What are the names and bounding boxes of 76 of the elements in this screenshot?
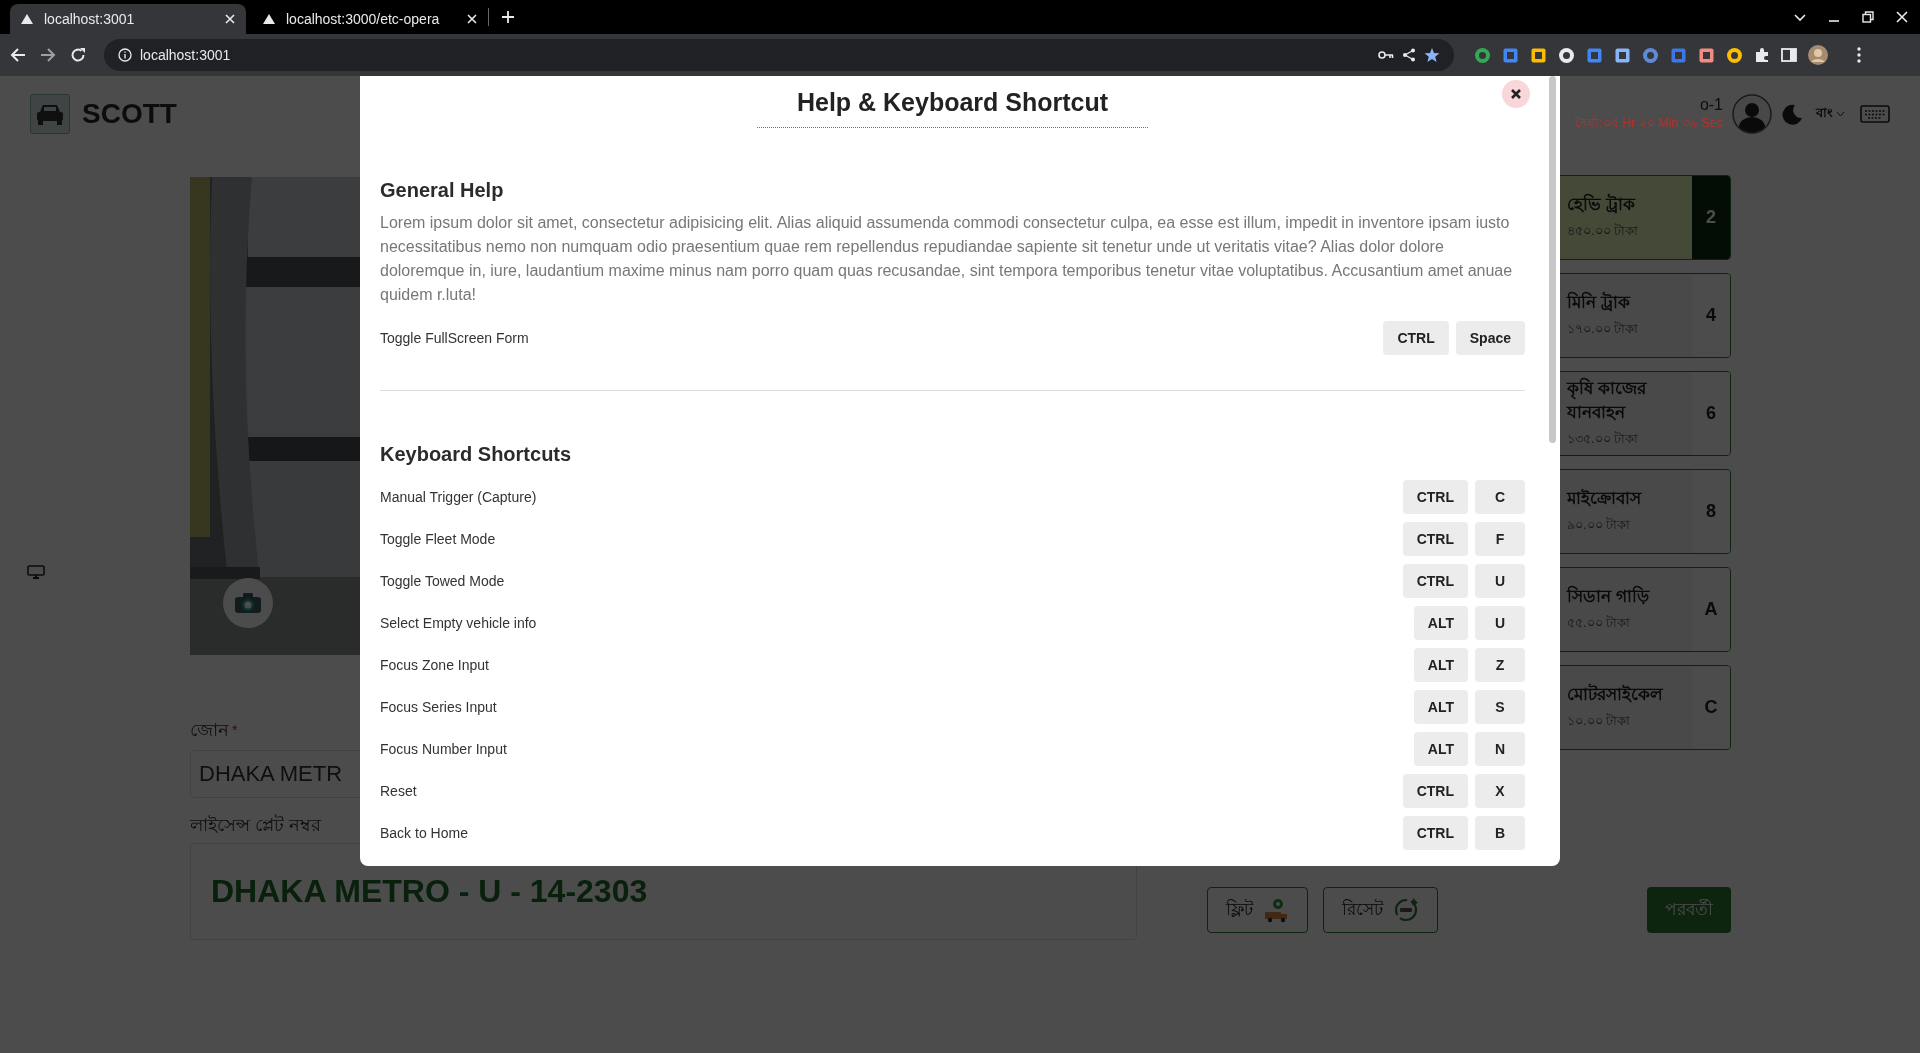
forward-arrow-icon[interactable] <box>40 47 56 63</box>
side-panel-icon[interactable] <box>1781 47 1797 63</box>
key-cap: CTRL <box>1402 522 1468 556</box>
key-cap: S <box>1475 690 1525 724</box>
key-cap: C <box>1475 480 1525 514</box>
new-tab-icon[interactable] <box>501 10 515 24</box>
star-icon <box>1424 47 1440 63</box>
shortcut-label: Toggle FullScreen Form <box>380 330 529 346</box>
key-cap: ALT <box>1413 648 1468 682</box>
vehicle-name: সিডান গাড়ি <box>1567 585 1651 608</box>
triangle-icon <box>262 12 276 26</box>
key-cap: ALT <box>1413 606 1468 640</box>
close-icon <box>1510 88 1522 100</box>
extension-icon[interactable] <box>1558 46 1575 64</box>
address-bar[interactable]: localhost:3001 <box>104 39 1454 71</box>
close-icon[interactable] <box>1896 11 1908 23</box>
profile-avatar-icon[interactable] <box>1808 45 1828 65</box>
key-cap: Space <box>1455 321 1525 355</box>
field-label: লাইসেন্স প্লেট নম্বর <box>190 815 321 835</box>
back-arrow-icon[interactable] <box>10 47 26 63</box>
vehicle-name: মাইক্রোবাস <box>1567 488 1643 510</box>
shortcut-label: Manual Trigger (Capture) <box>380 489 537 505</box>
more-menu-icon[interactable] <box>1857 47 1861 63</box>
vehicle-name: হেভি ট্রাক <box>1567 193 1637 216</box>
extension-icon[interactable] <box>1530 46 1547 64</box>
key-cap: Z <box>1475 648 1525 682</box>
key-cap: CTRL <box>1402 480 1468 514</box>
brand-name: SCOTT <box>82 97 177 130</box>
shortcut-label: Toggle Towed Mode <box>380 573 505 589</box>
scrollbar-thumb[interactable] <box>1549 76 1556 443</box>
shortcut-label: Toggle Fleet Mode <box>380 531 496 547</box>
key-cap: F <box>1475 522 1525 556</box>
vehicle-name: মিনি ট্রাক <box>1567 291 1632 314</box>
vehicle-name: কৃষি কাজের যানবাহন <box>1567 377 1648 424</box>
modal-title: Help & Keyboard Shortcut <box>756 87 1149 128</box>
duration-timer: দৈর্ঘ্য:০৫ Hr ২০ Min ৩৯ Sec <box>1575 114 1723 132</box>
chevron-down-icon[interactable] <box>1794 11 1806 23</box>
key-cap: U <box>1475 606 1525 640</box>
close-button[interactable] <box>1502 80 1530 108</box>
browser-tab[interactable]: localhost:3001 <box>10 4 246 34</box>
shortcut-label: Reset <box>380 783 417 799</box>
share-icon <box>1402 48 1416 62</box>
triangle-icon <box>20 12 34 26</box>
required-mark: * <box>232 721 238 740</box>
key-cap: CTRL <box>1402 564 1468 598</box>
shortcut-label: Focus Zone Input <box>380 657 489 673</box>
key-cap: CTRL <box>1402 774 1468 808</box>
shortcut-label: Back to Home <box>380 825 468 841</box>
extension-icon[interactable] <box>1614 46 1631 64</box>
browser-tab[interactable]: localhost:3000/etc-opera <box>252 4 488 34</box>
key-cap: U <box>1475 564 1525 598</box>
key-cap: N <box>1475 732 1525 766</box>
key-cap: ALT <box>1413 690 1468 724</box>
key-icon <box>1378 49 1394 61</box>
key-cap: B <box>1475 816 1525 850</box>
info-icon <box>118 48 132 62</box>
vehicle-name: মোটরসাইকেল <box>1567 683 1665 706</box>
booth-id: o-1 <box>1699 94 1723 114</box>
key-cap: X <box>1475 774 1525 808</box>
help-paragraph: Lorem ipsum dolor sit amet, consectetur adipisicing elit. Alias aliquid assumenda commodi consectetur culpa, ea esse est illum, impedit in inventore ipsam iusto necessitatibus nemo non numquam odio praesentium quae rem repellendus repudiandae sapiente sit tenetur unde ut veritatis vitae? Alias dolor dolore doloremque in, iure, laudantium maxime minus nam porro quam quas recusandae, sint tempora temporibus tenetur vitae voluptatibus. Accusantium amet anuae quidem r.luta! <box>380 213 1514 305</box>
extension-icon[interactable] <box>1698 46 1715 64</box>
puzzle-icon[interactable] <box>1754 47 1770 63</box>
extension-icon[interactable] <box>1726 46 1743 64</box>
key-cap: CTRL <box>1402 816 1468 850</box>
key-cap: ALT <box>1413 732 1468 766</box>
reload-icon[interactable] <box>70 47 86 63</box>
close-icon[interactable] <box>466 13 478 25</box>
shortcut-label: Focus Series Input <box>380 699 497 715</box>
section-heading: General Help <box>380 178 505 202</box>
restore-icon[interactable] <box>1862 11 1874 23</box>
key-cap: CTRL <box>1383 321 1449 355</box>
close-icon[interactable] <box>224 13 236 25</box>
shortcut-label: Select Empty vehicle info <box>380 615 537 631</box>
field-label: জোন <box>190 719 229 741</box>
section-heading: Keyboard Shortcuts <box>380 442 573 466</box>
shortcut-label: Focus Number Input <box>380 741 507 757</box>
